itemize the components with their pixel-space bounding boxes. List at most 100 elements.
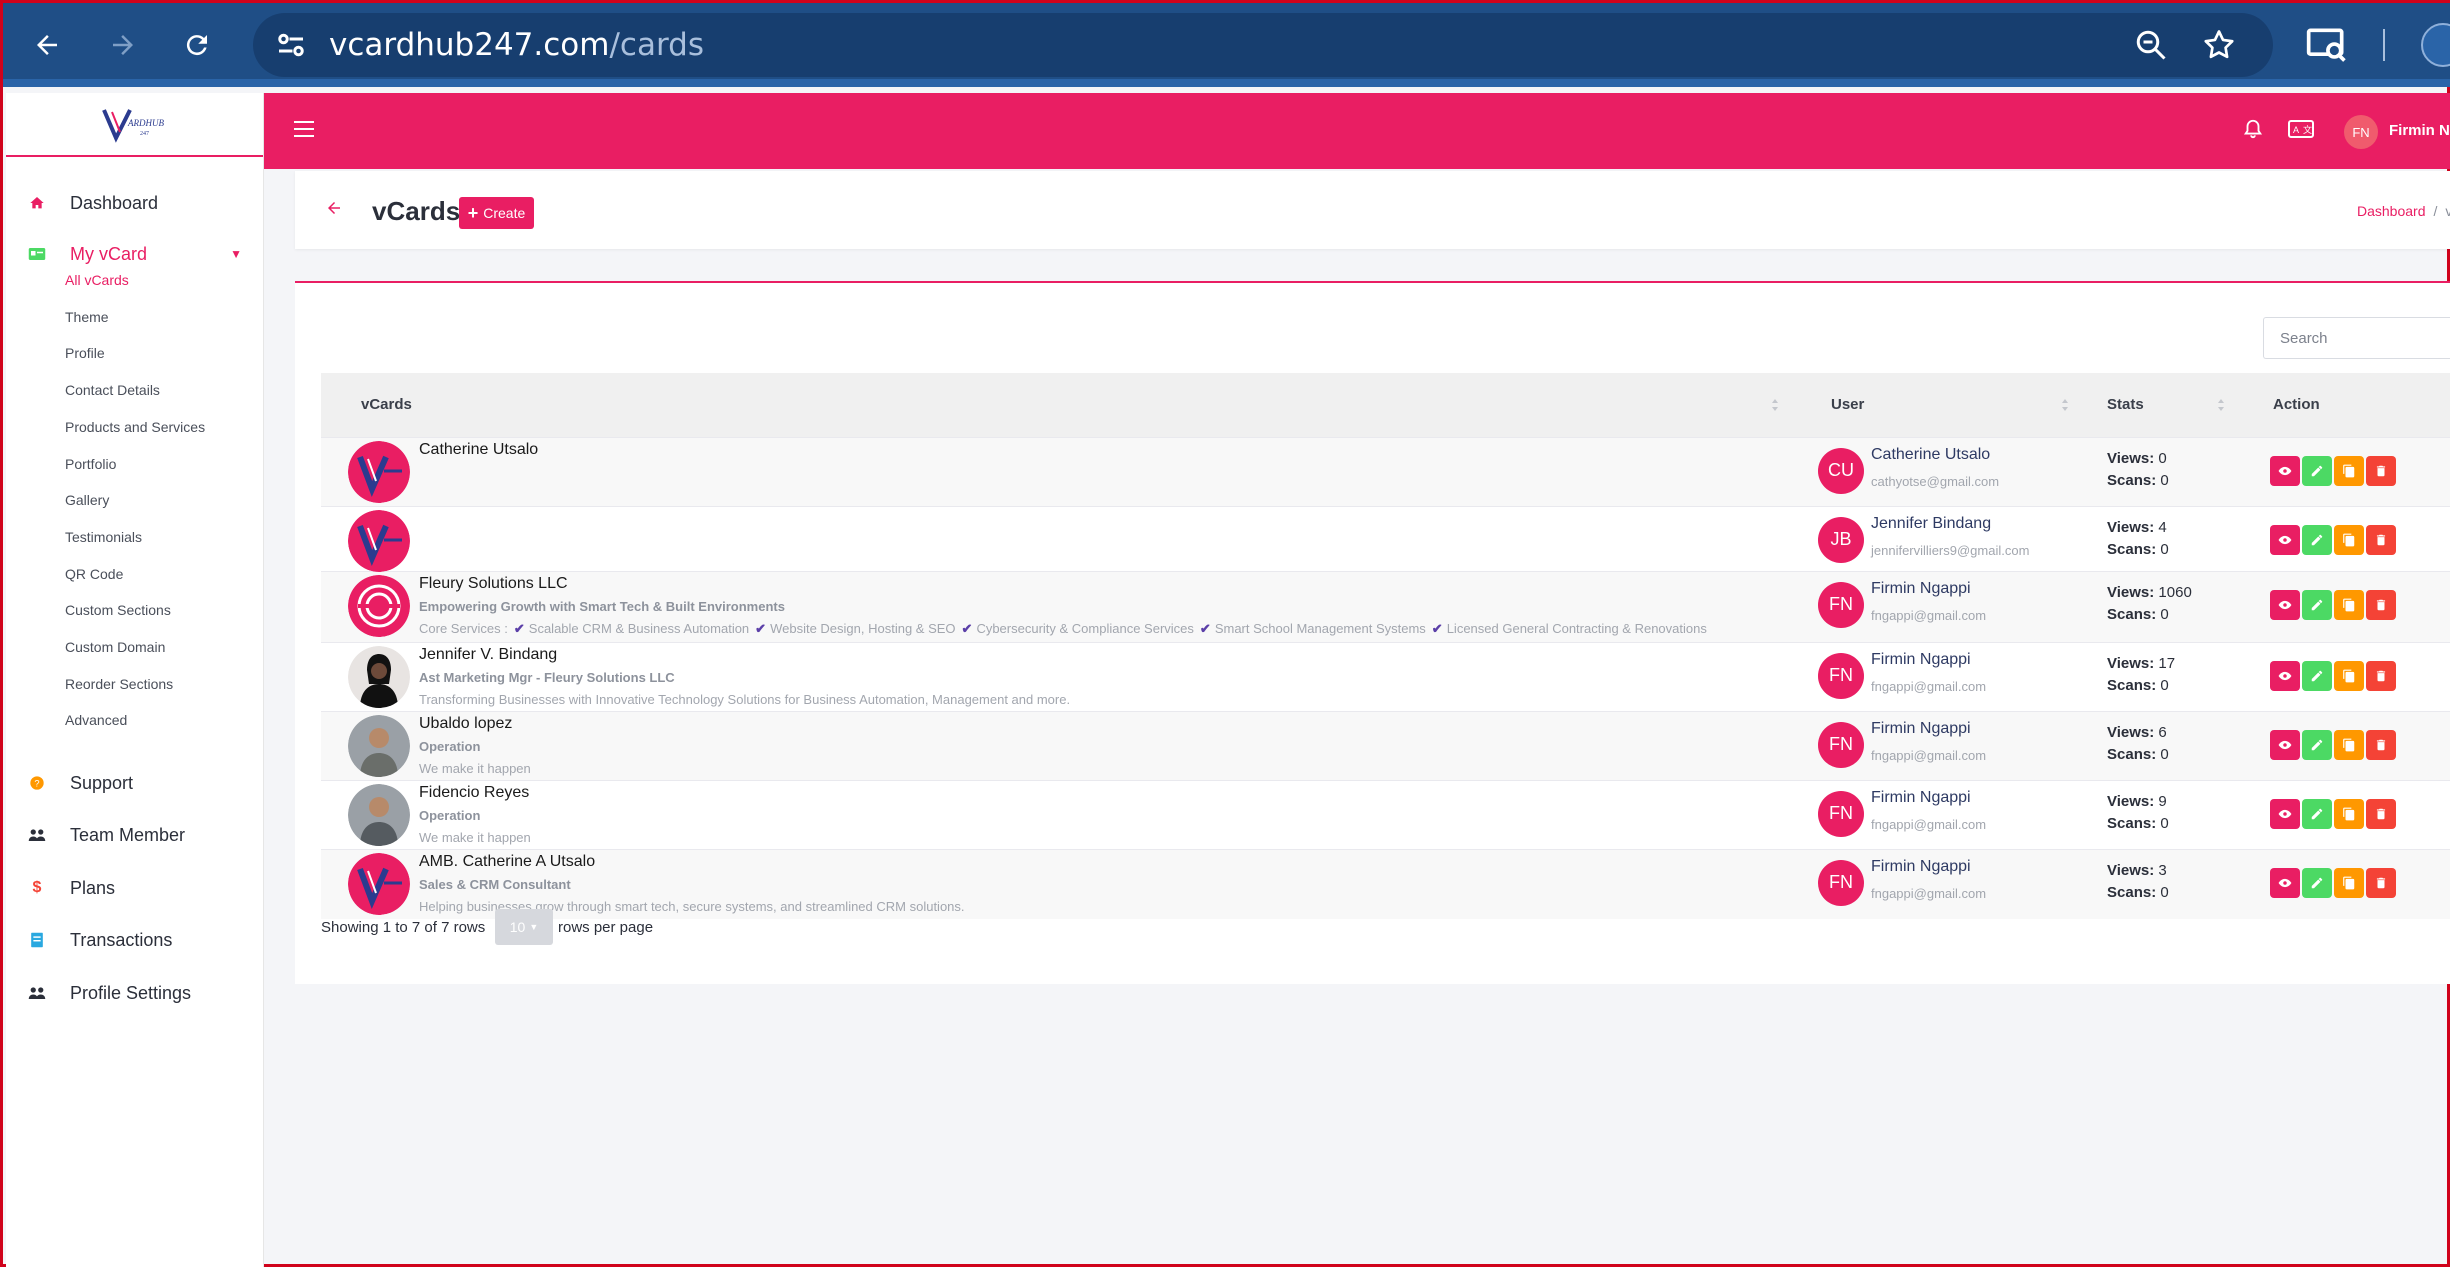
submenu-item-reorder-sections[interactable]: Reorder Sections: [65, 676, 173, 692]
vcard-name[interactable]: Fleury Solutions LLC: [419, 575, 568, 593]
view-button[interactable]: [2270, 867, 2300, 898]
col-user[interactable]: User: [1791, 373, 2081, 437]
user-name[interactable]: Firmin Ngappi: [2389, 122, 2450, 139]
address-bar[interactable]: vcardhub247.com/cards: [253, 13, 2273, 77]
sidebar-item-support[interactable]: ? Support: [6, 765, 264, 801]
col-vcards-label: vCards: [361, 396, 412, 414]
copy-button[interactable]: [2334, 455, 2364, 486]
submenu-item-portfolio[interactable]: Portfolio: [65, 456, 116, 472]
bookmark-star-icon[interactable]: [2201, 27, 2237, 63]
view-button[interactable]: [2270, 455, 2300, 486]
view-button[interactable]: [2270, 729, 2300, 760]
site-settings-icon[interactable]: [273, 27, 309, 63]
back-button[interactable]: [23, 21, 71, 69]
copy-button[interactable]: [2334, 798, 2364, 829]
bell-icon[interactable]: [2242, 117, 2264, 141]
sidebar-item-team-member[interactable]: Team Member: [6, 817, 264, 853]
submenu-item-custom-sections[interactable]: Custom Sections: [65, 602, 171, 618]
sidebar-item-my-vcard[interactable]: My vCard ▼: [6, 236, 264, 272]
back-arrow-icon[interactable]: [325, 199, 343, 223]
forward-button[interactable]: [99, 21, 147, 69]
vcard-info[interactable]: Fleury Solutions LLC Empowering Growth wi…: [321, 572, 1791, 642]
svg-text:文: 文: [2303, 124, 2312, 135]
edit-button[interactable]: [2302, 455, 2332, 486]
copy-button[interactable]: [2334, 660, 2364, 691]
submenu-item-products-and-services[interactable]: Products and Services: [65, 419, 205, 435]
copy-button[interactable]: [2334, 867, 2364, 898]
url-text: vcardhub247.com/cards: [329, 27, 704, 63]
edit-button[interactable]: [2302, 798, 2332, 829]
submenu-item-qr-code[interactable]: QR Code: [65, 566, 123, 582]
vcard-avatar[interactable]: [348, 714, 410, 777]
edit-button[interactable]: [2302, 589, 2332, 620]
edit-button[interactable]: [2302, 867, 2332, 898]
language-icon[interactable]: A文: [2288, 120, 2314, 138]
delete-button[interactable]: [2366, 867, 2396, 898]
submenu-item-testimonials[interactable]: Testimonials: [65, 529, 142, 545]
delete-button[interactable]: [2366, 455, 2396, 486]
view-button[interactable]: [2270, 524, 2300, 555]
brand-logo[interactable]: ARDHUB 247: [6, 93, 263, 157]
vcard-name[interactable]: Jennifer V. Bindang: [419, 646, 557, 664]
search-field[interactable]: [2263, 317, 2450, 359]
submenu-item-theme[interactable]: Theme: [65, 309, 109, 325]
breadcrumb-home[interactable]: Dashboard: [2357, 203, 2426, 219]
view-button[interactable]: [2270, 589, 2300, 620]
sidebar-item-transactions[interactable]: Transactions: [6, 922, 264, 958]
submenu-item-advanced[interactable]: Advanced: [65, 712, 127, 728]
vcard-name[interactable]: Catherine Utsalo: [419, 441, 538, 459]
edit-button[interactable]: [2302, 524, 2332, 555]
vcard-avatar[interactable]: [348, 852, 410, 915]
vcard-info[interactable]: Fidencio Reyes Operation We make it happen: [321, 781, 1791, 849]
view-button[interactable]: [2270, 798, 2300, 829]
sidebar-item-plans[interactable]: $ Plans: [6, 870, 264, 906]
profile-avatar[interactable]: [2421, 23, 2450, 67]
submenu-item-all-vcards[interactable]: All vCards: [65, 272, 129, 288]
page-size-select[interactable]: 10 ▼: [495, 909, 553, 945]
delete-button[interactable]: [2366, 589, 2396, 620]
sort-icon: [2062, 399, 2068, 411]
menu-toggle-icon[interactable]: [294, 121, 314, 137]
vcard-avatar[interactable]: [348, 645, 410, 708]
submenu-item-gallery[interactable]: Gallery: [65, 492, 109, 508]
view-button[interactable]: [2270, 660, 2300, 691]
delete-button[interactable]: [2366, 660, 2396, 691]
sidebar-item-profile-settings[interactable]: Profile Settings: [6, 975, 264, 1011]
delete-button[interactable]: [2366, 524, 2396, 555]
vcard-avatar[interactable]: [348, 509, 410, 572]
vcard-name[interactable]: Fidencio Reyes: [419, 784, 529, 802]
user-avatar[interactable]: FN: [2344, 115, 2378, 149]
copy-button[interactable]: [2334, 524, 2364, 555]
col-stats[interactable]: Stats: [2081, 373, 2237, 437]
eye-icon: [2278, 533, 2292, 547]
copy-button[interactable]: [2334, 589, 2364, 620]
create-button[interactable]: + Create: [459, 197, 534, 229]
vcard-info[interactable]: Catherine Utsalo: [321, 438, 1791, 506]
search-input[interactable]: [2264, 318, 2450, 358]
vcard-info[interactable]: Jennifer V. Bindang Ast Marketing Mgr - F…: [321, 643, 1791, 711]
submenu-item-custom-domain[interactable]: Custom Domain: [65, 639, 165, 655]
reload-button[interactable]: [173, 21, 221, 69]
col-vcards[interactable]: vCards: [321, 373, 1791, 437]
delete-button[interactable]: [2366, 798, 2396, 829]
edit-button[interactable]: [2302, 729, 2332, 760]
submenu-item-contact-details[interactable]: Contact Details: [65, 382, 160, 398]
zoom-icon[interactable]: [2133, 27, 2169, 63]
edit-button[interactable]: [2302, 660, 2332, 691]
delete-button[interactable]: [2366, 729, 2396, 760]
vcard-name[interactable]: AMB. Catherine A Utsalo: [419, 853, 595, 871]
arrow-left-icon: [37, 35, 57, 55]
vcard-avatar[interactable]: [348, 783, 410, 846]
vcard-info[interactable]: Ubaldo lopez Operation We make it happen: [321, 712, 1791, 780]
sidebar-item-dashboard[interactable]: Dashboard: [6, 185, 264, 221]
user-name: Firmin Ngappi: [1871, 719, 1971, 737]
vcard-avatar[interactable]: [348, 440, 410, 503]
vcard-avatar[interactable]: [348, 574, 410, 637]
vcard-name[interactable]: Ubaldo lopez: [419, 715, 512, 733]
submenu-item-profile[interactable]: Profile: [65, 345, 105, 361]
copy-button[interactable]: [2334, 729, 2364, 760]
screen-search-icon[interactable]: [2305, 23, 2349, 67]
stats-cell: Views: 1060 Scans: 0: [2081, 570, 2237, 642]
user-info: FN Firmin Ngappi fngappi@gmail.com: [1791, 781, 2081, 849]
vcard-info[interactable]: [321, 507, 1791, 572]
